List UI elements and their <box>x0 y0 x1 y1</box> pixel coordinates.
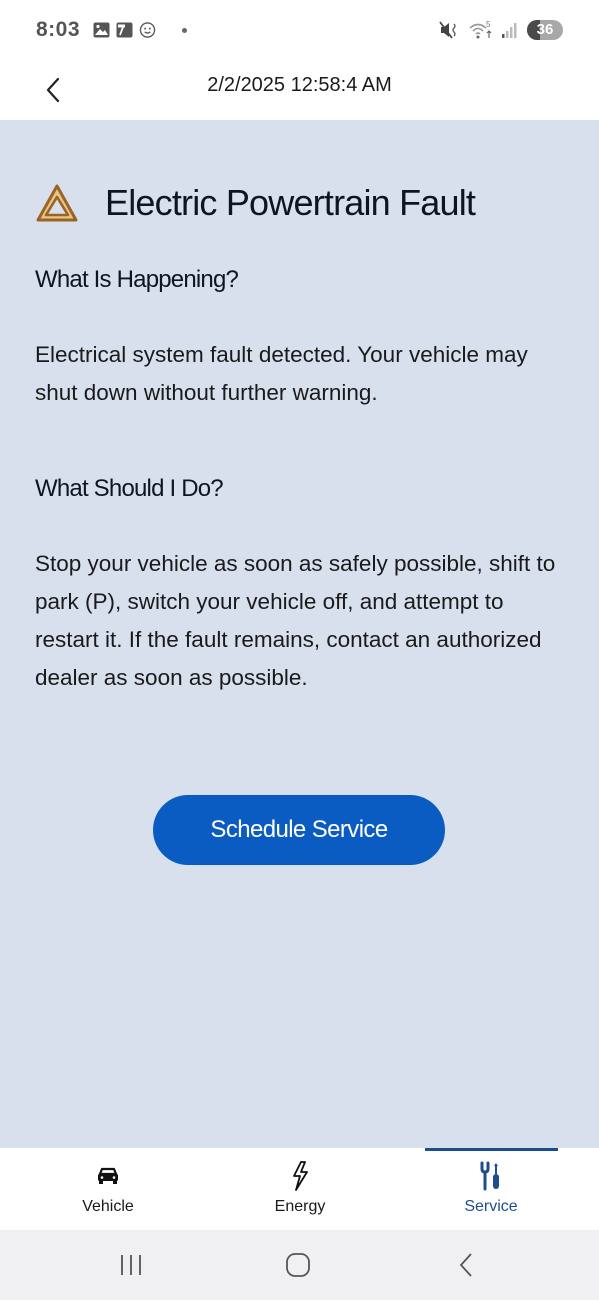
recent-apps-button[interactable] <box>111 1250 151 1280</box>
alert-title: Electric Powertrain Fault <box>105 182 476 223</box>
battery-indicator: 36 <box>527 20 563 40</box>
system-navigation-bar <box>0 1230 599 1300</box>
tab-label: Vehicle <box>82 1198 134 1215</box>
section-body-what-should-i-do: Stop your vehicle as soon as safely poss… <box>35 551 556 690</box>
lightning-icon <box>293 1161 308 1191</box>
mute-vibrate-icon <box>439 21 456 39</box>
notification-dot <box>182 27 187 33</box>
bottom-tab-bar: Vehicle Energy Service <box>0 1148 599 1230</box>
section-body-what-is-happening: Electrical system fault detected. Your v… <box>35 342 528 405</box>
cell-signal-icon <box>502 23 517 38</box>
home-button[interactable] <box>278 1250 318 1280</box>
alert-title-row: Electric Powertrain Fault <box>36 182 476 224</box>
tab-label: Energy <box>274 1198 326 1215</box>
calendar-icon <box>116 22 133 38</box>
gallery-icon <box>93 22 110 38</box>
status-system-icons: 5 36 <box>439 20 563 40</box>
wifi-5g-icon: 5 <box>469 20 492 39</box>
battery-level: 36 <box>536 21 554 38</box>
tab-label: Service <box>464 1198 518 1215</box>
wrench-screwdriver-icon <box>480 1161 499 1191</box>
tab-service[interactable]: Service <box>421 1148 561 1230</box>
emoji-icon <box>139 22 156 38</box>
status-bar: 8:03 5 36 <box>0 0 599 60</box>
back-icon <box>459 1253 472 1277</box>
app-header: 2/2/2025 12:58:4 AM <box>0 60 599 120</box>
section-heading-what-should-i-do: What Should I Do? <box>35 475 224 502</box>
system-back-button[interactable] <box>446 1250 486 1280</box>
home-icon <box>286 1253 310 1277</box>
recent-apps-icon <box>121 1255 141 1275</box>
tab-energy[interactable]: Energy <box>230 1148 370 1230</box>
alert-detail-content: Electric Powertrain Fault What Is Happen… <box>0 120 599 1148</box>
warning-triangle-icon <box>36 184 78 222</box>
car-icon <box>98 1167 118 1184</box>
tab-vehicle[interactable]: Vehicle <box>38 1148 178 1230</box>
page-title: 2/2/2025 12:58:4 AM <box>207 74 392 96</box>
svg-text:5: 5 <box>486 20 491 29</box>
status-time: 8:03 <box>36 18 81 41</box>
status-notification-icons <box>93 22 187 38</box>
schedule-service-button[interactable]: Schedule Service <box>153 795 445 865</box>
section-heading-what-is-happening: What Is Happening? <box>35 266 239 293</box>
